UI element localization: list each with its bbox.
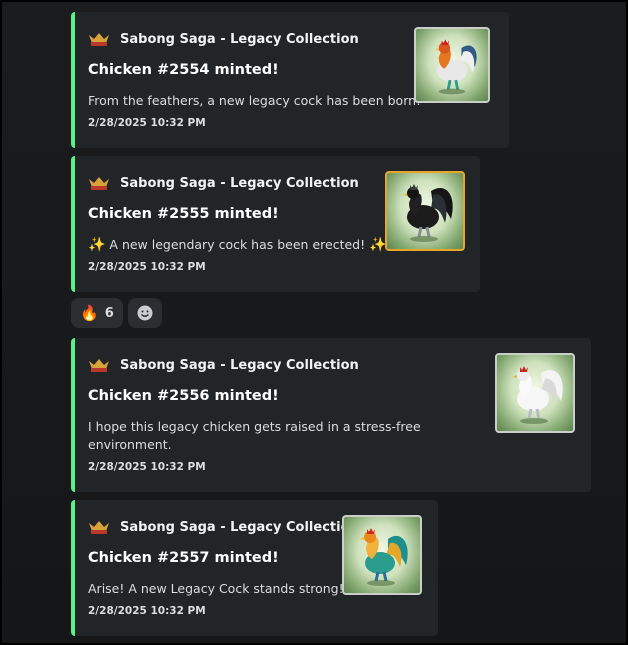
embed-timestamp: 2/28/2025 10:32 PM xyxy=(88,117,206,129)
add-reaction-icon xyxy=(137,305,153,321)
embed-timestamp: 2/28/2025 10:32 PM xyxy=(88,605,206,617)
sparkles-icon: ✨ xyxy=(88,237,106,253)
embed-title: Chicken #2556 minted! xyxy=(88,388,279,404)
embed-chicken-2555: Sabong Saga - Legacy Collection Chicken … xyxy=(71,156,480,292)
embed-author-name[interactable]: Sabong Saga - Legacy Collection xyxy=(120,358,359,373)
embed-timestamp: 2/28/2025 10:32 PM xyxy=(88,261,206,273)
embed-title: Chicken #2554 minted! xyxy=(88,62,279,78)
chicken-thumbnail[interactable] xyxy=(414,27,490,103)
fire-icon: 🔥 xyxy=(80,304,99,322)
embed-author-name[interactable]: Sabong Saga - Legacy Collection xyxy=(120,176,359,191)
embed-description-line: environment. xyxy=(88,437,172,452)
sabong-saga-logo-icon xyxy=(88,31,110,47)
embed-chicken-2557: Sabong Saga - Legacy Collection Chicken … xyxy=(71,500,438,636)
embed-author: Sabong Saga - Legacy Collection xyxy=(88,31,359,47)
embed-author-name[interactable]: Sabong Saga - Legacy Collection xyxy=(120,32,359,47)
embed-chicken-2554: Sabong Saga - Legacy Collection Chicken … xyxy=(71,12,509,148)
embed-description: I hope this legacy chicken gets raised i… xyxy=(88,418,421,454)
chicken-thumbnail[interactable] xyxy=(385,171,465,251)
embed-author-name[interactable]: Sabong Saga - Legacy Collection xyxy=(120,520,359,535)
embed-description-line: I hope this legacy chicken gets raised i… xyxy=(88,419,421,434)
embed-chicken-2556: Sabong Saga - Legacy Collection Chicken … xyxy=(71,338,591,492)
embed-author: Sabong Saga - Legacy Collection xyxy=(88,175,359,191)
chicken-thumbnail[interactable] xyxy=(495,353,575,433)
sparkles-icon: ✨ xyxy=(369,237,387,253)
embed-description: Arise! A new Legacy Cock stands strong! xyxy=(88,581,344,596)
embed-description: ✨ A new legendary cock has been erected!… xyxy=(88,236,387,254)
rooster-orange-icon xyxy=(434,39,477,95)
embed-timestamp: 2/28/2025 10:32 PM xyxy=(88,461,206,473)
add-reaction-button[interactable] xyxy=(127,298,162,328)
embed-author: Sabong Saga - Legacy Collection xyxy=(88,357,359,373)
sabong-saga-logo-icon xyxy=(88,175,110,191)
rooster-black-icon xyxy=(402,184,453,242)
rooster-teal-icon xyxy=(359,528,408,586)
embed-title: Chicken #2557 minted! xyxy=(88,550,279,566)
reaction-count: 6 xyxy=(104,305,114,321)
chat-frame: Sabong Saga - Legacy Collection Chicken … xyxy=(0,0,628,645)
sabong-saga-logo-icon xyxy=(88,519,110,535)
chicken-thumbnail[interactable] xyxy=(342,515,422,595)
reactions-bar: 🔥 6 xyxy=(71,298,162,328)
embed-description: From the feathers, a new legacy cock has… xyxy=(88,93,422,108)
reaction-fire[interactable]: 🔥 6 xyxy=(71,298,123,328)
embed-author: Sabong Saga - Legacy Collection xyxy=(88,519,359,535)
rooster-white-icon xyxy=(512,366,563,424)
sabong-saga-logo-icon xyxy=(88,357,110,373)
embed-description-text: A new legendary cock has been erected! xyxy=(109,237,366,252)
embed-title: Chicken #2555 minted! xyxy=(88,206,279,222)
